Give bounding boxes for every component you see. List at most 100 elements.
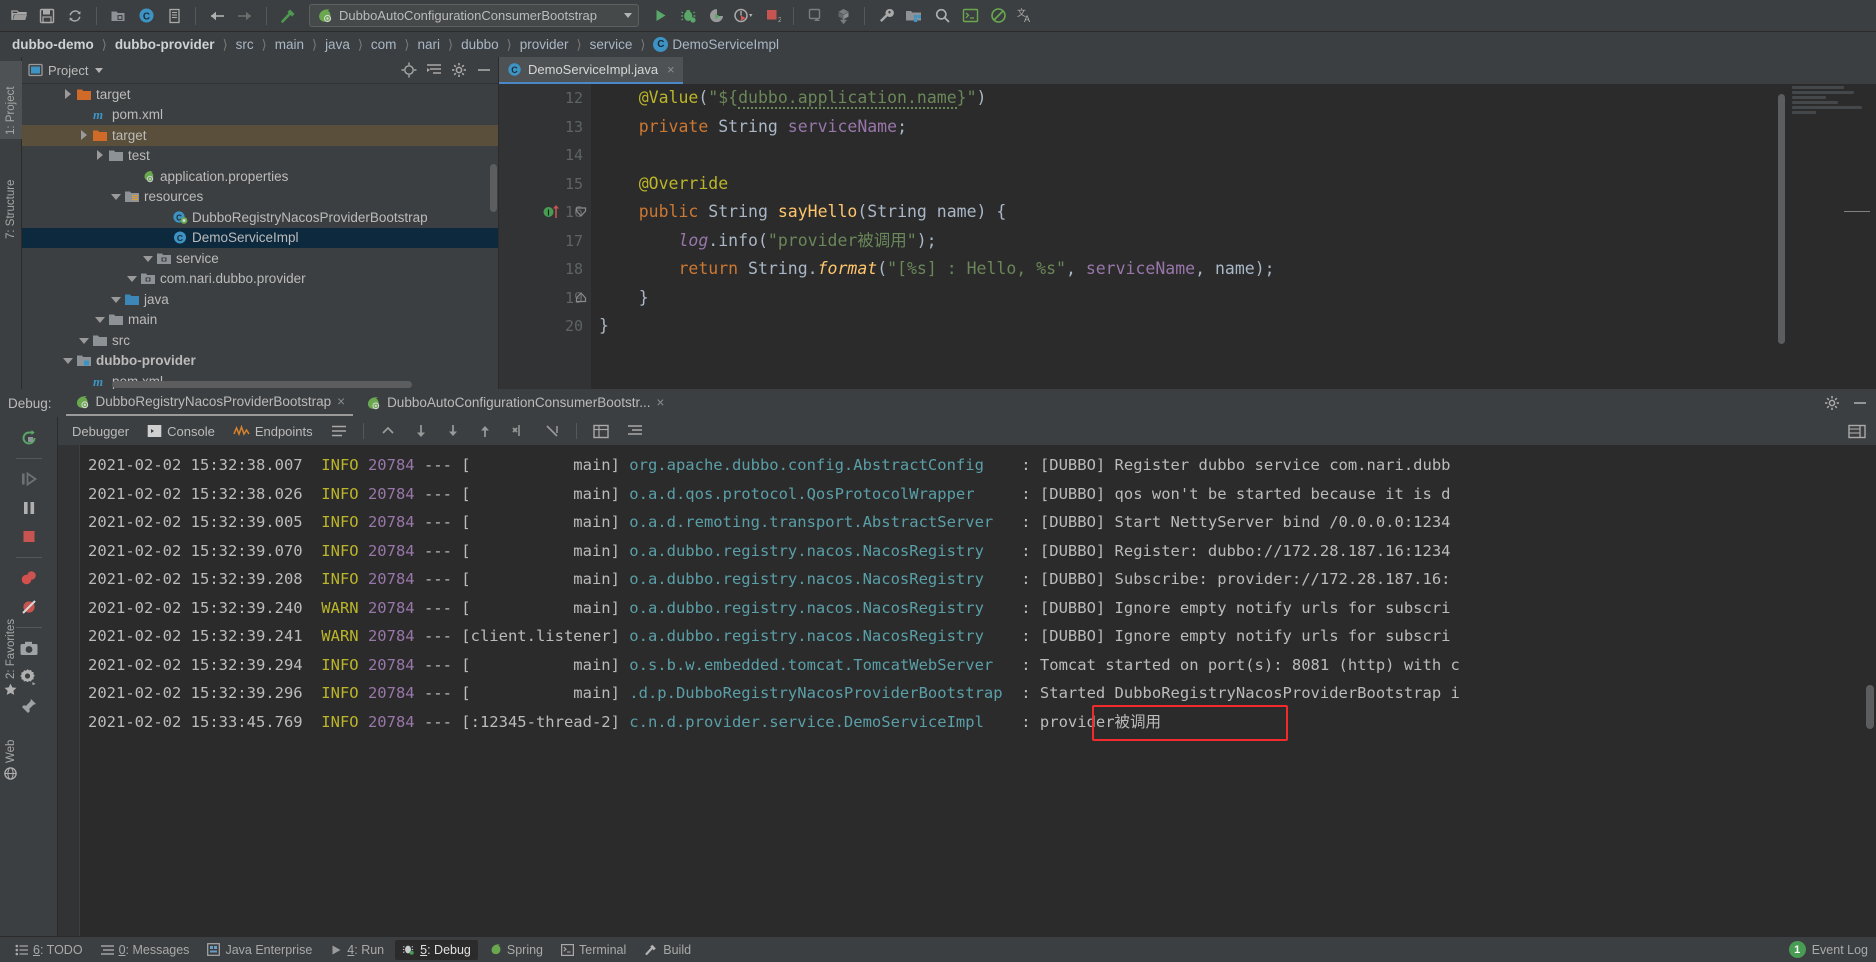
status-item-java-enterprise[interactable]: Java Enterprise: [200, 940, 319, 960]
run-with-coverage-icon[interactable]: [703, 3, 729, 29]
debug-icon[interactable]: [675, 3, 701, 29]
tree-row-dubbo-provider[interactable]: dubbo-provider: [22, 351, 498, 372]
close-icon[interactable]: ×: [667, 62, 675, 77]
console-vscrollbar[interactable]: [1866, 685, 1874, 729]
sidebar-item-structure[interactable]: 7: Structure: [0, 149, 22, 243]
console-output[interactable]: 2021-02-02 15:32:38.007 INFO 20784 --- […: [80, 445, 1876, 954]
chevron-down-icon[interactable]: [62, 355, 73, 366]
code-line-15[interactable]: @Override: [599, 170, 1876, 199]
implemented-method-icon[interactable]: I: [543, 204, 561, 220]
gutter-line-14[interactable]: 14: [499, 141, 591, 170]
profiler-icon[interactable]: [731, 3, 757, 29]
chevron-down-icon[interactable]: [624, 13, 632, 18]
table-icon[interactable]: [589, 422, 613, 441]
tree-row-pom-xml[interactable]: m pom.xml: [22, 105, 498, 126]
tab-debugger[interactable]: Debugger: [68, 422, 133, 441]
editor-tab-DemoServiceImpl[interactable]: C DemoServiceImpl.java ×: [499, 57, 683, 84]
code-line-13[interactable]: private String serviceName;: [599, 113, 1876, 142]
tree-row-target[interactable]: target: [22, 84, 498, 105]
list-icon[interactable]: [623, 422, 647, 440]
gutter-line-15[interactable]: 15: [499, 170, 591, 199]
breadcrumb-item-6[interactable]: nari: [416, 37, 443, 52]
mute-breakpoints-icon[interactable]: [14, 565, 44, 591]
build-hammer-icon[interactable]: [275, 3, 301, 29]
breadcrumb-item-0[interactable]: dubbo-demo: [10, 37, 96, 52]
tree-row-dubboregistrynacosproviderbootstrap[interactable]: C DubboRegistryNacosProviderBootstrap: [22, 207, 498, 228]
sync-icon[interactable]: [62, 3, 88, 29]
breadcrumb-item-4[interactable]: java: [323, 37, 352, 52]
forward-arrow-icon[interactable]: [232, 3, 258, 29]
tree-row-java[interactable]: java: [22, 289, 498, 310]
gutter-line-19[interactable]: 19: [499, 284, 591, 313]
chevron-right-icon[interactable]: [78, 129, 89, 141]
project-structure-icon[interactable]: [901, 3, 927, 29]
no-entry-icon[interactable]: [985, 3, 1011, 29]
status-item-run[interactable]: 4: Run: [323, 940, 391, 960]
tree-row-main[interactable]: main: [22, 310, 498, 331]
gutter-line-12[interactable]: 12: [499, 84, 591, 113]
debug-session-tab-1[interactable]: DubboAutoConfigurationConsumerBootstr...…: [357, 392, 672, 415]
tree-row-service[interactable]: service: [22, 248, 498, 269]
close-icon[interactable]: ×: [337, 394, 345, 409]
gutter-line-13[interactable]: 13: [499, 113, 591, 142]
chevron-down-icon[interactable]: [94, 314, 105, 325]
code-line-19[interactable]: }: [599, 284, 1876, 313]
save-all-icon[interactable]: [34, 3, 60, 29]
gutter-line-18[interactable]: 18: [499, 255, 591, 284]
run-icon[interactable]: [647, 3, 673, 29]
scroll-to-top-icon[interactable]: [376, 422, 400, 440]
editor-gutter[interactable]: 12 13 14 15 I 16 17 18 19 20: [499, 84, 591, 389]
resume-program-icon[interactable]: [14, 466, 44, 492]
target-locate-icon[interactable]: [401, 62, 417, 78]
fold-collapse-icon[interactable]: [575, 206, 587, 218]
tree-row-test[interactable]: test: [22, 146, 498, 167]
chevron-right-icon[interactable]: [94, 150, 105, 161]
stop-icon[interactable]: 2: [759, 3, 785, 29]
project-view-selector[interactable]: Project: [28, 63, 104, 78]
rerun-icon[interactable]: [14, 425, 44, 451]
breadcrumb-item-9[interactable]: service: [588, 37, 635, 52]
gear-icon[interactable]: [451, 62, 467, 78]
gutter-line-16[interactable]: I 16: [499, 198, 591, 227]
status-item-debug[interactable]: 5: Debug: [395, 939, 478, 960]
chevron-down-icon[interactable]: [110, 191, 121, 202]
sidebar-item-web[interactable]: Web: [0, 714, 22, 784]
stop-icon[interactable]: [14, 524, 44, 550]
breadcrumb-item-8[interactable]: provider: [518, 37, 571, 52]
event-log-label[interactable]: Event Log: [1812, 943, 1868, 957]
chevron-down-icon[interactable]: [78, 335, 89, 346]
editor-minimap[interactable]: [1786, 84, 1876, 389]
breadcrumb-item-5[interactable]: com: [369, 37, 399, 52]
tree-row-resources[interactable]: resources: [22, 187, 498, 208]
code-line-14[interactable]: [599, 141, 1876, 170]
sidebar-item-project[interactable]: 1: Project: [0, 61, 22, 139]
tree-row-application-properties[interactable]: application.properties: [22, 166, 498, 187]
translate-icon[interactable]: 文A: [1013, 3, 1039, 29]
wrench-settings-icon[interactable]: [873, 3, 899, 29]
chevron-down-icon[interactable]: [95, 67, 104, 73]
run-configuration-selector[interactable]: DubboAutoConfigurationConsumerBootstrap: [309, 4, 639, 27]
fold-end-icon[interactable]: [575, 291, 587, 304]
status-item-todo[interactable]: 6: TODO: [8, 940, 90, 960]
project-tree-hscrollbar[interactable]: [112, 381, 412, 388]
open-folder-icon[interactable]: [6, 3, 32, 29]
status-item-messages[interactable]: 0: Messages: [94, 940, 197, 960]
status-item-terminal[interactable]: Terminal: [554, 940, 633, 960]
gutter-line-17[interactable]: 17: [499, 227, 591, 256]
chevron-down-icon[interactable]: [110, 294, 121, 305]
tree-row-com-nari-dubbo-provider[interactable]: com.nari.dubbo.provider: [22, 269, 498, 290]
print-icon[interactable]: [506, 421, 530, 441]
terminal-green-icon[interactable]: [957, 3, 983, 29]
back-arrow-icon[interactable]: [204, 3, 230, 29]
sidebar-item-favorites[interactable]: 2: Favorites: [0, 596, 22, 700]
tab-console[interactable]: Console: [143, 422, 219, 441]
project-tree[interactable]: target m pom.xml target test application.prop…: [22, 84, 498, 389]
code-line-16[interactable]: public String sayHello(String name) {: [599, 198, 1876, 227]
tree-row-demoserviceimpl[interactable]: C DemoServiceImpl: [22, 227, 498, 248]
status-item-spring[interactable]: Spring: [482, 940, 550, 960]
debug-session-tab-0[interactable]: DubboRegistryNacosProviderBootstrap ×: [65, 391, 354, 416]
pause-program-icon[interactable]: [14, 495, 44, 521]
copy-document-icon[interactable]: [161, 3, 187, 29]
close-icon[interactable]: ×: [656, 395, 664, 410]
android-device-icon[interactable]: [802, 3, 828, 29]
